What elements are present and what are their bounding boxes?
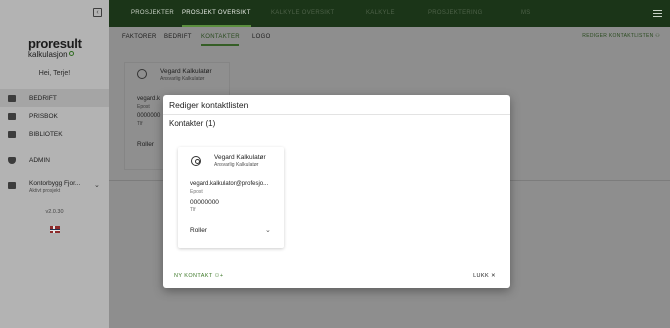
contact-email: vegard.kalkulator@profesjo... — [190, 181, 269, 187]
sidebar-item-label: ADMIN — [29, 156, 50, 164]
library-icon — [8, 130, 16, 138]
active-project-selector[interactable]: Kontorbygg Fjor... Aktivt prosjekt ⌄ — [0, 176, 109, 198]
roles-dropdown[interactable]: Roller — [190, 227, 207, 234]
sidebar-item-prisbok[interactable]: PRISBOK — [0, 107, 109, 125]
contact-email-label: Epost — [190, 189, 203, 195]
collapse-icon[interactable]: ‹ — [93, 8, 102, 17]
contact-phone-label: Tlf — [190, 207, 196, 213]
pricebook-icon — [8, 112, 16, 120]
contact-name: Vegard Kalkulatør — [160, 68, 212, 75]
sidebar-item-label: PRISBOK — [29, 112, 58, 120]
edit-contacts-label: REDIGER KONTAKTLISTEN — [582, 33, 654, 39]
top-navigation: PROSJEKTER PROSJEKT OVERSIKT KALKYLE OVE… — [109, 0, 670, 27]
tab-kontakter[interactable]: KONTAKTER — [201, 34, 240, 40]
sidebar-item-label: BEDRIFT — [29, 94, 57, 102]
tab-prosjekt-oversikt[interactable]: PROSJEKT OVERSIKT — [182, 0, 251, 27]
contact-email: vegard.k — [137, 96, 161, 102]
project-subtitle: Aktivt prosjekt — [29, 188, 61, 194]
person-icon — [137, 69, 147, 79]
new-contact-label: NY KONTAKT — [174, 273, 213, 279]
norway-flag-icon[interactable] — [50, 226, 60, 233]
new-contact-button[interactable]: NY KONTAKT ⚇+ — [174, 273, 223, 279]
tab-ms[interactable]: MS — [521, 0, 531, 27]
logo: proresult kalkulasjon — [28, 36, 82, 59]
close-icon: ✕ — [490, 273, 496, 279]
sidebar-item-admin[interactable]: ADMIN — [0, 151, 109, 169]
edit-person-icon: ⚇ — [655, 33, 660, 39]
edit-contacts-button[interactable]: REDIGER KONTAKTLISTEN ⚇ — [582, 33, 660, 39]
building-icon — [8, 94, 16, 102]
close-button[interactable]: LUKK ✕ — [473, 273, 496, 279]
tab-faktorer[interactable]: FAKTORER — [122, 34, 157, 40]
tab-bedrift[interactable]: BEDRIFT — [164, 34, 192, 40]
active-tab-indicator — [201, 44, 239, 46]
sidebar-item-label: BIBLIOTEK — [29, 130, 63, 138]
close-label: LUKK — [473, 273, 490, 279]
contact-roles: Roller — [137, 141, 154, 148]
dialog-divider — [163, 114, 510, 115]
contact-role: Ansvarlig Kalkulatør — [160, 76, 205, 82]
tab-prosjekter[interactable]: PROSJEKTER — [131, 0, 174, 27]
chevron-down-icon[interactable]: ⌄ — [265, 226, 271, 234]
contact-role: Ansvarlig Kalkulatør — [214, 162, 259, 168]
version-label: v2.0.30 — [45, 209, 64, 215]
logo-main: proresult — [28, 36, 82, 51]
person-icon — [191, 156, 201, 166]
tab-logo[interactable]: LOGO — [252, 34, 271, 40]
contact-name: Vegard Kalkulatør — [214, 154, 266, 161]
contact-phone: 00000000 — [190, 199, 219, 206]
menu-icon[interactable] — [653, 10, 662, 17]
tab-kalkyle[interactable]: KALKYLE — [366, 0, 395, 27]
greeting: Hei, Terje! — [38, 70, 71, 77]
add-person-icon: ⚇+ — [214, 273, 224, 279]
logo-sub: kalkulasjon — [28, 50, 68, 59]
tab-prosjektering[interactable]: PROSJEKTERING — [428, 0, 483, 27]
contacts-count: Kontakter (1) — [169, 119, 216, 128]
edit-contacts-dialog: Rediger kontaktlisten Kontakter (1) Vega… — [163, 95, 510, 288]
sidebar-item-bedrift[interactable]: BEDRIFT — [0, 89, 109, 107]
sidebar: ‹ proresult kalkulasjon Hei, Terje! BEDR… — [0, 0, 109, 328]
tab-kalkyle-oversikt[interactable]: KALKYLE OVERSIKT — [271, 0, 335, 27]
contact-phone: 0000000 — [137, 113, 161, 119]
contact-phone-label: Tlf — [137, 121, 143, 127]
dialog-title: Rediger kontaktlisten — [169, 100, 249, 110]
shield-icon — [8, 156, 16, 164]
logo-mark-icon — [68, 51, 74, 56]
contact-card[interactable]: Vegard Kalkulatør Ansvarlig Kalkulatør v… — [178, 147, 284, 248]
chevron-down-icon[interactable]: ⌄ — [94, 181, 100, 189]
sub-navigation: FAKTORER BEDRIFT KONTAKTER LOGO REDIGER … — [109, 27, 670, 49]
contact-email-label: Epost — [137, 104, 150, 110]
folder-icon — [8, 182, 16, 189]
sidebar-item-bibliotek[interactable]: BIBLIOTEK — [0, 125, 109, 143]
project-title: Kontorbygg Fjor... — [29, 180, 81, 187]
